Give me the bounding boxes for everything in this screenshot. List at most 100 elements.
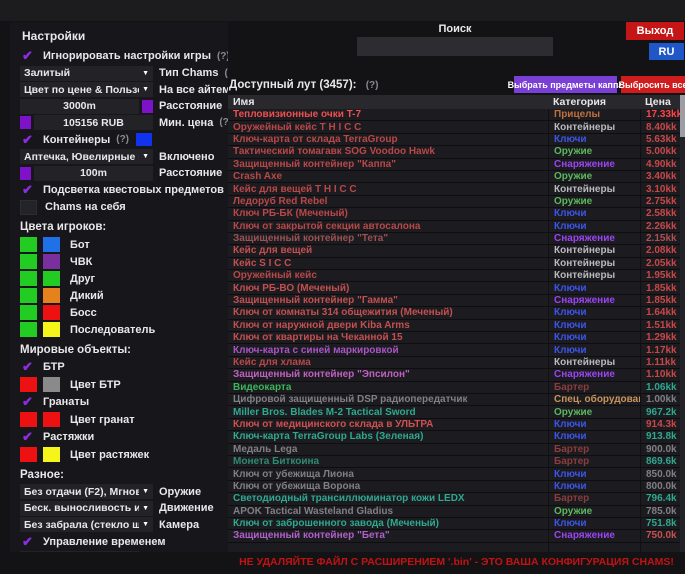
- containers-checkbox[interactable]: ✔: [20, 132, 35, 147]
- control-label: Камера: [159, 519, 199, 531]
- discard-all-button[interactable]: Выбросить все: [621, 76, 685, 93]
- containers-distance-color-swatch[interactable]: [20, 167, 31, 180]
- table-row[interactable]: Ключ от комнаты 314 общежития (Меченый)К…: [228, 307, 685, 319]
- color-boss-row: Босс: [10, 304, 228, 321]
- table-row[interactable]: Ключ РБ-ВО (Меченый)Ключи1.85kk: [228, 282, 685, 294]
- table-row[interactable]: Ключ РБ-БК (Меченый)Ключи2.58kk: [228, 208, 685, 220]
- table-row[interactable]: Оружейный кейсКонтейнеры1.95kk: [228, 270, 685, 282]
- table-row[interactable]: Ключ от убежища ВоронаКлючи800.0k: [228, 481, 685, 493]
- color-boss-swatch-color[interactable]: [43, 305, 60, 320]
- language-button[interactable]: RU: [649, 43, 684, 60]
- table-row[interactable]: Монета БиткоинаБартер869.6k: [228, 456, 685, 468]
- table-row[interactable]: Miller Bros. Blades M-2 Tactical SwordОр…: [228, 406, 685, 418]
- containers-distance-input[interactable]: 100m: [34, 166, 153, 181]
- tripwires-checkbox[interactable]: ✔: [20, 430, 35, 445]
- color-grenades-swatch-color[interactable]: [43, 412, 60, 427]
- weapon-mods-dropdown[interactable]: Без отдачи (F2), Мгновенное п▼: [20, 484, 153, 499]
- color-btr-swatch-visible[interactable]: [20, 377, 37, 392]
- table-row[interactable]: Цифровой защищенный DSP радиопередатчикС…: [228, 394, 685, 406]
- table-row[interactable]: Медаль LegaБартер900.0k: [228, 444, 685, 456]
- table-row[interactable]: Защищенный контейнер "Тета"Снаряжение2.1…: [228, 233, 685, 245]
- item-name-cell: Ключ от закрытой секции автосалона: [228, 221, 548, 232]
- chams-type-dropdown[interactable]: Залитый▼: [20, 66, 153, 81]
- item-name-cell: Оружейный кейс: [228, 270, 548, 281]
- btr-checkbox[interactable]: ✔: [20, 360, 35, 375]
- scrollbar-thumb[interactable]: [680, 95, 685, 137]
- color-pmc-swatch-color[interactable]: [43, 254, 60, 269]
- table-row[interactable]: Защищенный контейнер "Каппа"Снаряжение4.…: [228, 159, 685, 171]
- item-price-cell: 1.11kk: [640, 357, 685, 368]
- color-tripwires-swatch-visible[interactable]: [20, 447, 37, 462]
- table-row[interactable]: APOK Tactical Wasteland GladiusОружие785…: [228, 506, 685, 518]
- item-category-cell: Снаряжение: [548, 295, 640, 306]
- item-price-cell: 914.3k: [640, 419, 685, 430]
- table-row[interactable]: Ключ от наружной двери Kiba ArmsКлючи1.5…: [228, 320, 685, 332]
- item-name-cell: Кейс S I C C: [228, 258, 548, 269]
- table-row[interactable]: Ключ-карта с синей маркировкойКлючи1.17k…: [228, 344, 685, 356]
- distance-color-swatch[interactable]: [142, 100, 153, 113]
- color-bot-swatch-color[interactable]: [43, 237, 60, 252]
- chevron-down-icon: ▼: [142, 70, 149, 77]
- table-row[interactable]: Ключ-карта TerraGroup Labs (Зеленая)Ключ…: [228, 431, 685, 443]
- color-tripwires-swatch-color[interactable]: [43, 447, 60, 462]
- table-row[interactable]: Кейс для вещейКонтейнеры2.08kk: [228, 245, 685, 257]
- table-row[interactable]: Светодиодный трансиллюминатор кожи LEDXБ…: [228, 493, 685, 505]
- movement-mods-dropdown[interactable]: Беск. выносливость и нет устал▼: [20, 501, 153, 516]
- table-row[interactable]: Оружейный кейс T H I C CКонтейнеры8.40kk: [228, 121, 685, 133]
- color-friend-swatch-color[interactable]: [43, 271, 60, 286]
- table-row[interactable]: Защищенный контейнер "Эпсилон"Снаряжение…: [228, 369, 685, 381]
- table-row[interactable]: Кейс для вещей T H I C CКонтейнеры3.10kk: [228, 183, 685, 195]
- color-follower-swatch-color[interactable]: [43, 322, 60, 337]
- table-row[interactable]: Ключ от заброшенного завода (Меченый)Клю…: [228, 518, 685, 530]
- color-pair-label: Дикий: [70, 290, 104, 302]
- min-price-input[interactable]: 105156 RUB: [34, 115, 153, 130]
- select-kappa-items-button[interactable]: Выбрать предметы каппа: [514, 76, 617, 93]
- table-row[interactable]: ВидеокартаБартер1.06kk: [228, 382, 685, 394]
- table-row[interactable]: Ледоруб Red RebelОружие2.75kk: [228, 196, 685, 208]
- all-items-color-mode-dropdown[interactable]: Цвет по цене & Пользователь▼: [20, 82, 153, 97]
- grenades-checkbox[interactable]: ✔: [20, 395, 35, 410]
- containers-color-swatch[interactable]: [136, 133, 152, 146]
- item-price-cell: 8.40kk: [640, 121, 685, 132]
- color-boss-swatch-visible[interactable]: [20, 305, 37, 320]
- color-btr-swatch-color[interactable]: [43, 377, 60, 392]
- ignore-game-settings-row: ✔Игнорировать настройки игры(?): [10, 48, 228, 64]
- chevron-down-icon: ▼: [142, 86, 149, 93]
- table-row[interactable]: Ключ от убежища ЛионаКлючи850.0k: [228, 468, 685, 480]
- color-scav-swatch-color[interactable]: [43, 288, 60, 303]
- table-row[interactable]: Ключ от квартиры на Чеканной 15Ключи1.29…: [228, 332, 685, 344]
- color-follower-swatch-visible[interactable]: [20, 322, 37, 337]
- table-row[interactable]: Тактический томагавк SOG Voodoo HawkОруж…: [228, 146, 685, 158]
- color-bot-swatch-visible[interactable]: [20, 237, 37, 252]
- chams-self-checkbox[interactable]: [20, 200, 37, 215]
- exit-button[interactable]: Выход: [626, 22, 684, 40]
- table-row[interactable]: Защищенный контейнер "Бета"Снаряжение750…: [228, 530, 685, 542]
- min-price-color-swatch[interactable]: [20, 116, 31, 129]
- table-row[interactable]: Ключ от медицинского склада в УЛЬТРАКлюч…: [228, 419, 685, 431]
- item-name-cell: Кейс для вещей: [228, 245, 548, 256]
- containers-filter-dropdown[interactable]: Аптечка, Ювелирные и...▼: [20, 149, 153, 164]
- table-row[interactable]: Crash AxeОружие3.40kk: [228, 171, 685, 183]
- item-name-cell: Crash Axe: [228, 171, 548, 182]
- search-input[interactable]: [357, 37, 553, 56]
- table-row[interactable]: Защищенный контейнер "Гамма"Снаряжение1.…: [228, 295, 685, 307]
- color-pair-label: Друг: [70, 273, 95, 285]
- color-friend-swatch-visible[interactable]: [20, 271, 37, 286]
- color-pmc-swatch-visible[interactable]: [20, 254, 37, 269]
- ignore-game-settings-checkbox[interactable]: ✔: [20, 49, 35, 64]
- table-row[interactable]: Тепловизионные очки T-7Прицелы17.33kk: [228, 109, 685, 121]
- distance-input[interactable]: 3000m: [20, 99, 139, 114]
- color-scav-swatch-visible[interactable]: [20, 288, 37, 303]
- item-name-cell: Ледоруб Red Rebel: [228, 196, 548, 207]
- table-row[interactable]: Кейс S I C CКонтейнеры2.05kk: [228, 258, 685, 270]
- camera-mods-dropdown[interactable]: Без забрала (стекло шлема)▼: [20, 517, 153, 532]
- table-scrollbar[interactable]: [680, 95, 685, 552]
- time-control-checkbox[interactable]: ✔: [20, 534, 35, 549]
- quest-items-highlight-checkbox[interactable]: ✔: [20, 183, 35, 198]
- table-row[interactable]: Ключ-карта от склада TerraGroupКлючи5.63…: [228, 134, 685, 146]
- color-grenades-swatch-visible[interactable]: [20, 412, 37, 427]
- table-row[interactable]: [228, 543, 685, 552]
- table-row[interactable]: Кейс для хламаКонтейнеры1.11kk: [228, 357, 685, 369]
- table-row[interactable]: Ключ от закрытой секции автосалонаКлючи2…: [228, 221, 685, 233]
- camera-mods-row: Без забрала (стекло шлема)▼ Камера: [10, 517, 228, 532]
